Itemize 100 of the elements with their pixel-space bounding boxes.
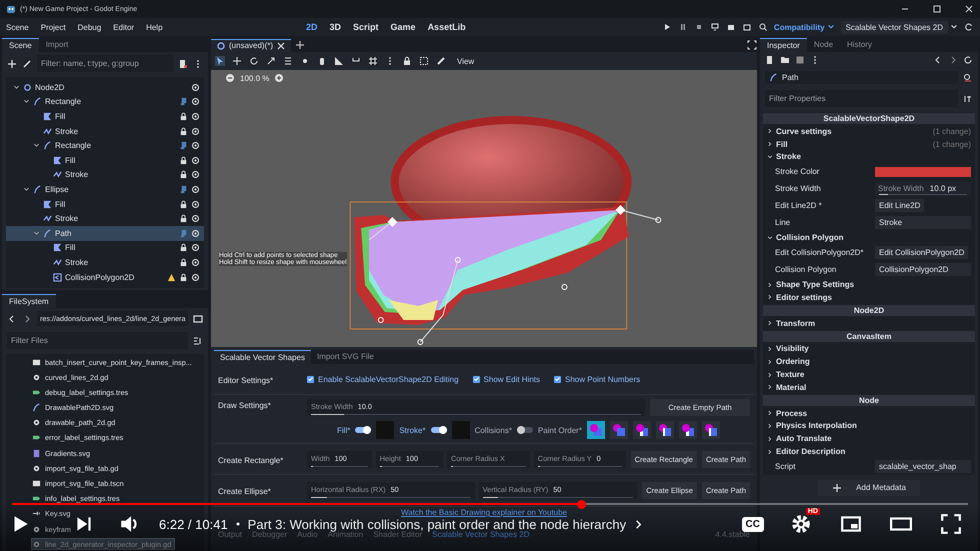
tree-item[interactable]: Fill [6, 240, 204, 256]
checkbox-label[interactable]: Show Edit Hints [484, 374, 540, 384]
lock-icon[interactable] [402, 56, 412, 66]
property-group[interactable]: Physics Interpolation [763, 420, 975, 432]
paint-order-option[interactable] [656, 421, 674, 439]
rotate-icon[interactable] [249, 56, 259, 66]
chevron-icon[interactable] [634, 520, 644, 528]
zoom-in-icon[interactable] [274, 73, 284, 83]
tree-item[interactable]: Fill [6, 109, 204, 124]
tree-item[interactable]: Node2D [6, 80, 204, 95]
property-group[interactable]: Visibility [763, 342, 975, 356]
tree-item[interactable]: Ellipse [6, 182, 204, 197]
tree-item[interactable]: Stroke [6, 211, 204, 226]
caret-icon[interactable] [33, 142, 40, 150]
workspace-tab[interactable]: Game [390, 22, 416, 32]
folder-icon[interactable] [780, 55, 790, 65]
paint-order-option[interactable] [702, 421, 720, 439]
history-icon[interactable] [963, 55, 973, 65]
fullscreen-icon[interactable] [747, 40, 757, 50]
list-icon[interactable] [283, 56, 293, 66]
add-icon[interactable] [7, 58, 17, 68]
close-icon[interactable] [276, 40, 286, 50]
select-arrow-icon[interactable] [215, 56, 225, 66]
new-resource-icon[interactable] [765, 55, 775, 65]
menu-item[interactable]: Debug [78, 22, 102, 32]
panel-tab[interactable]: Import SVG File [310, 350, 380, 364]
warning-icon[interactable] [167, 272, 176, 282]
menu-item[interactable]: Project [40, 22, 66, 32]
caret-icon[interactable] [767, 320, 773, 326]
tree-item[interactable]: Path [6, 226, 204, 241]
color-swatch[interactable] [452, 421, 470, 439]
checkbox[interactable] [472, 376, 480, 382]
lock-icon[interactable] [179, 112, 188, 121]
tree-item[interactable]: Fill [6, 152, 204, 168]
renderer-dropdown[interactable]: Compatibility [774, 22, 825, 32]
workspace-tab[interactable]: 3D [330, 22, 342, 32]
menu-item[interactable]: Help [146, 22, 163, 32]
hand-icon[interactable] [317, 56, 327, 66]
group-icon[interactable] [419, 56, 429, 66]
property-group[interactable]: Ordering [763, 355, 975, 368]
tree-item[interactable]: Stroke [6, 124, 204, 138]
property-group[interactable]: Material [763, 380, 975, 394]
checkbox-label[interactable]: Show Point Numbers [565, 374, 640, 384]
refresh-icon[interactable] [964, 22, 974, 32]
lock-icon[interactable] [179, 170, 188, 180]
dock-tab[interactable]: Scene [2, 38, 39, 52]
tree-item[interactable]: Rectangle [6, 138, 204, 153]
property-group[interactable]: Texture [763, 368, 975, 381]
lock-icon[interactable] [179, 214, 188, 224]
remote-icon[interactable] [710, 22, 720, 32]
dock-tab[interactable]: Import [38, 38, 76, 52]
caret-icon[interactable] [950, 23, 958, 31]
tree-item[interactable]: Stroke [6, 255, 204, 270]
move-icon[interactable] [232, 56, 242, 66]
property-group[interactable]: Collision Polygon [763, 231, 975, 244]
close-icon[interactable] [964, 4, 974, 14]
grid-icon[interactable] [368, 56, 378, 66]
tree-item[interactable]: Rectangle [6, 94, 204, 110]
tree-item[interactable]: CollisionPolygon2D [6, 270, 204, 284]
dock-tab[interactable]: History [840, 38, 879, 52]
property-group[interactable]: Transform [763, 316, 975, 330]
tree-item[interactable]: Fill [6, 196, 204, 212]
add-tab-icon[interactable] [295, 40, 306, 50]
workspace-tab[interactable]: Script [353, 22, 379, 32]
paint-order-option[interactable] [632, 421, 651, 439]
sort-icon[interactable] [963, 94, 973, 104]
checkbox[interactable] [554, 376, 562, 382]
filter-field[interactable]: Filter Files [7, 332, 188, 349]
property-group[interactable]: Fill (1 change) [763, 138, 975, 151]
property-group[interactable]: Shape Type Settings [763, 278, 975, 291]
view-menu[interactable]: View [453, 56, 478, 66]
add-metadata-button[interactable]: Add Metadata [818, 480, 920, 496]
caret-icon[interactable] [826, 23, 835, 31]
checkbox[interactable] [307, 376, 314, 382]
resource-picker[interactable]: CollisionPolygon2D [875, 263, 971, 276]
node-selector[interactable]: Path [765, 71, 958, 84]
vector-shapes-drawing[interactable] [350, 116, 662, 345]
resource-picker[interactable]: Stroke [875, 216, 971, 230]
caret-icon[interactable] [23, 186, 30, 193]
property-group[interactable]: Auto Translate [763, 432, 975, 446]
menu-item[interactable]: Scene [6, 22, 29, 32]
workspace-tab[interactable]: AssetLib [428, 22, 466, 32]
editor-tab[interactable]: (unsaved)(*) [211, 38, 292, 52]
dock-tab[interactable]: FileSystem [2, 294, 56, 308]
settings-icon[interactable] [790, 513, 812, 535]
menu-item[interactable]: Editor [113, 22, 134, 32]
sort-icon[interactable] [193, 336, 203, 346]
lock-icon[interactable] [179, 258, 188, 267]
color-swatch[interactable] [376, 421, 394, 439]
lock-icon[interactable] [179, 243, 188, 252]
toggle-switch[interactable] [430, 427, 447, 433]
toggle-switch[interactable] [516, 427, 533, 433]
property-group[interactable]: Editor Description [763, 445, 975, 458]
save-icon[interactable] [795, 55, 805, 65]
zoom-level[interactable]: 100.0 % [240, 74, 270, 82]
plugin-dropdown[interactable]: Scalable Vector Shapes 2D [840, 20, 948, 34]
chapter-title[interactable]: Part 3: Working with collisions, paint order and the node hierarchy [248, 518, 626, 530]
layout-icon[interactable] [193, 314, 204, 324]
lock-icon[interactable] [179, 272, 188, 282]
toggle-switch[interactable] [355, 427, 372, 433]
